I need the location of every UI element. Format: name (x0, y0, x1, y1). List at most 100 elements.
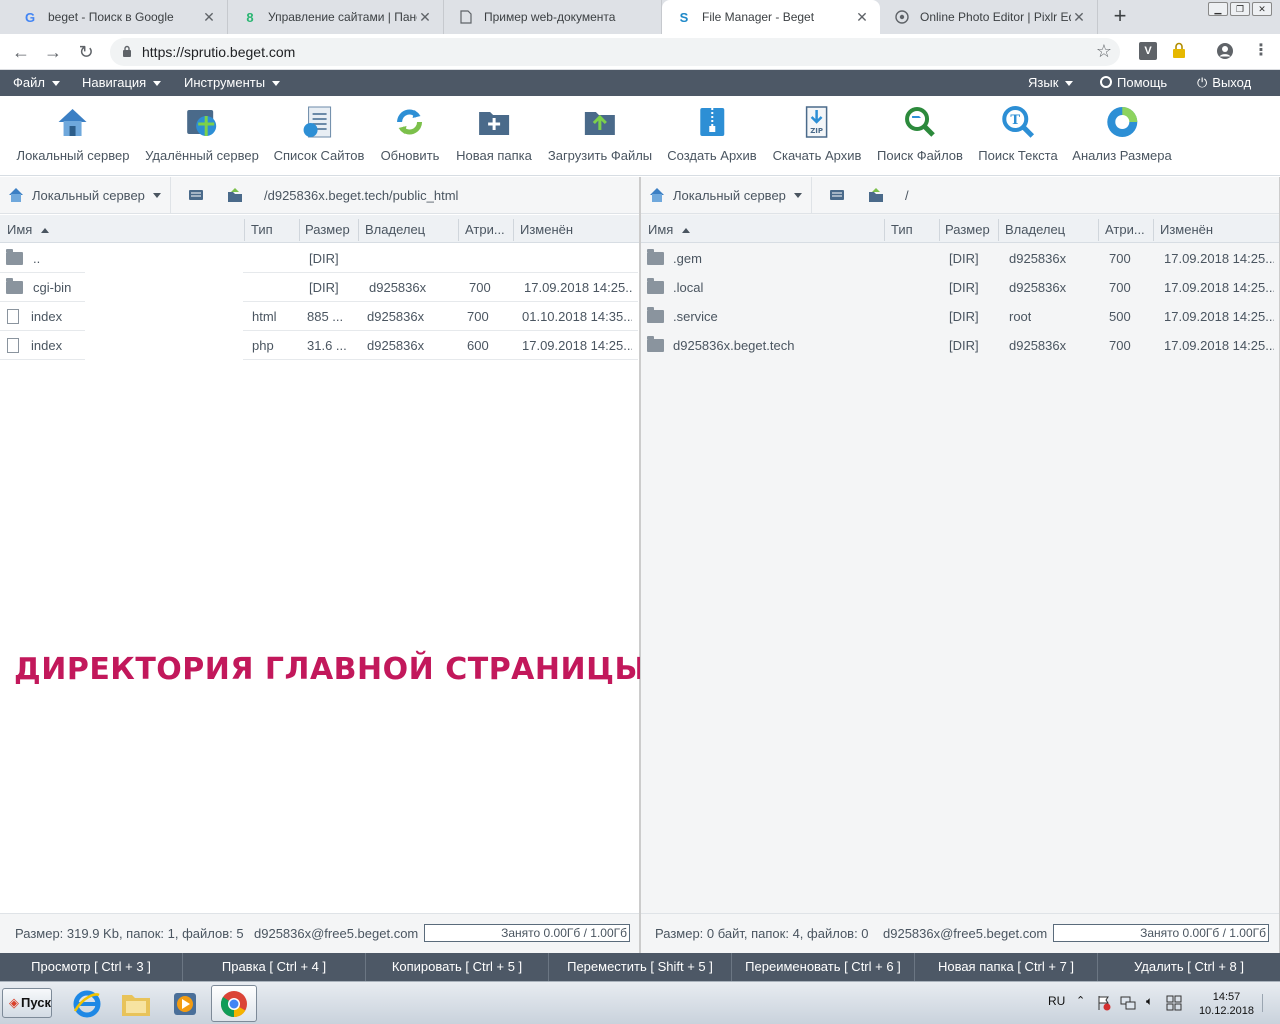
system-clock[interactable]: 14:57 10.12.2018 (1199, 990, 1254, 1018)
file-row-cgi-bin[interactable]: cgi-bin [DIR] d925836x 700 17.09.2018 14… (0, 273, 639, 302)
browser-tab-beget-panel[interactable]: 8 Управление сайтами | Панель ✕ (228, 0, 444, 34)
tray-expand-icon[interactable]: ⌃ (1076, 994, 1085, 1024)
new-folder-action-button[interactable]: Новая папка [ Ctrl + 7 ] (915, 953, 1098, 981)
caret-down-icon (152, 192, 161, 198)
forward-arrow-icon[interactable]: → (42, 41, 64, 63)
folder-up-icon[interactable] (868, 187, 884, 203)
right-server-select[interactable]: Локальный сервер (649, 187, 802, 203)
volume-icon[interactable]: 🔈︎ (1146, 994, 1153, 1024)
column-divider[interactable] (513, 219, 514, 241)
column-name[interactable]: Имя (648, 222, 691, 237)
action-center-flag-icon[interactable] (1096, 995, 1112, 1024)
column-divider[interactable] (998, 219, 999, 241)
language-indicator[interactable]: RU (1048, 994, 1065, 1024)
browser-tab-web-document[interactable]: Пример web-документа (444, 0, 662, 34)
show-desktop-button[interactable] (1262, 994, 1276, 1012)
close-icon[interactable]: ✕ (1071, 9, 1087, 26)
column-owner[interactable]: Владелец (1005, 222, 1065, 237)
file-row-gem[interactable]: .gem [DIR] d925836x 700 17.09.2018 14:25… (641, 244, 1279, 273)
file-name: .local (673, 280, 704, 295)
search-files-button[interactable]: Поиск Файлов (877, 104, 963, 163)
delete-button[interactable]: Удалить [ Ctrl + 8 ] (1098, 953, 1280, 981)
file-row-index-html[interactable]: index html 885 ... d925836x 700 01.10.20… (0, 302, 639, 331)
drive-icon[interactable] (829, 187, 845, 203)
menu-exit[interactable]: ⏻ Выход (1197, 75, 1251, 91)
local-server-button[interactable]: Локальный сервер (17, 104, 129, 163)
column-attrs[interactable]: Атри... (465, 222, 505, 237)
new-tab-button[interactable]: + (1108, 5, 1132, 29)
column-modified[interactable]: Изменён (1160, 222, 1213, 237)
column-divider[interactable] (358, 219, 359, 241)
menu-help[interactable]: Помощь (1100, 75, 1167, 90)
back-arrow-icon[interactable]: ← (10, 41, 32, 63)
search-text-button[interactable]: T Поиск Текста (978, 104, 1058, 163)
reload-icon[interactable]: ↻ (75, 41, 97, 63)
left-server-select[interactable]: Локальный сервер (8, 187, 161, 203)
file-row-local[interactable]: .local [DIR] d925836x 700 17.09.2018 14:… (641, 273, 1279, 302)
column-divider[interactable] (1153, 219, 1154, 241)
copy-button[interactable]: Копировать [ Ctrl + 5 ] (366, 953, 549, 981)
column-divider[interactable] (299, 219, 300, 241)
chrome-menu-icon[interactable]: ⋮ (1252, 42, 1270, 60)
column-divider[interactable] (939, 219, 940, 241)
help-icon (1100, 76, 1112, 88)
menu-language[interactable]: Язык (1028, 75, 1074, 90)
edit-button[interactable]: Правка [ Ctrl + 4 ] (183, 953, 366, 981)
column-divider[interactable] (1098, 219, 1099, 241)
drive-icon[interactable] (188, 187, 204, 203)
column-divider[interactable] (884, 219, 885, 241)
file-attrs: 600 (467, 338, 489, 353)
column-owner[interactable]: Владелец (365, 222, 425, 237)
create-archive-button[interactable]: Создать Архив (667, 104, 757, 163)
refresh-button[interactable]: Обновить (381, 104, 439, 163)
close-icon[interactable]: ✕ (417, 9, 433, 26)
column-size[interactable]: Размер (305, 222, 350, 237)
column-type[interactable]: Тип (251, 222, 273, 237)
column-divider[interactable] (244, 219, 245, 241)
new-folder-button[interactable]: Новая папка (456, 104, 532, 163)
extension-v-icon[interactable]: V (1139, 42, 1157, 60)
menu-tools[interactable]: Инструменты (184, 75, 281, 90)
address-bar[interactable]: https://sprutio.beget.com ☆ (110, 38, 1120, 66)
file-row-parent[interactable]: .. [DIR] (0, 244, 639, 273)
column-modified[interactable]: Изменён (520, 222, 573, 237)
start-button[interactable]: ◈ Пуск (2, 988, 52, 1018)
profile-avatar-icon[interactable] (1216, 42, 1234, 60)
download-archive-button[interactable]: ZIP Скачать Архив (773, 104, 861, 163)
close-icon[interactable]: ✕ (201, 9, 217, 26)
column-attrs[interactable]: Атри... (1105, 222, 1145, 237)
upload-files-button[interactable]: Загрузить Файлы (548, 104, 652, 163)
maximize-button[interactable]: ❐ (1230, 2, 1250, 16)
close-window-button[interactable]: ✕ (1252, 2, 1272, 16)
windows-grid-icon[interactable] (1166, 995, 1182, 1024)
rename-button[interactable]: Переименовать [ Ctrl + 6 ] (732, 953, 915, 981)
column-type[interactable]: Тип (891, 222, 913, 237)
media-player-icon[interactable] (162, 985, 208, 1022)
minimize-button[interactable]: ▁ (1208, 2, 1228, 16)
network-icon[interactable] (1120, 995, 1136, 1024)
right-status-user: d925836x@free5.beget.com (883, 926, 1048, 941)
file-row-site-dir[interactable]: d925836x.beget.tech [DIR] d925836x 700 1… (641, 331, 1279, 360)
menu-file[interactable]: Файл (13, 75, 60, 90)
sites-list-button[interactable]: Список Сайтов (274, 104, 364, 163)
browser-tab-pixlr[interactable]: Online Photo Editor | Pixlr Editor ✕ (880, 0, 1098, 34)
file-row-service[interactable]: .service [DIR] root 500 17.09.2018 14:25… (641, 302, 1279, 331)
menu-navigation[interactable]: Навигация (82, 75, 162, 90)
close-icon[interactable]: ✕ (854, 9, 870, 26)
file-row-index-php[interactable]: index php 31.6 ... d925836x 600 17.09.20… (0, 331, 639, 360)
folder-up-icon[interactable] (227, 187, 243, 203)
column-size[interactable]: Размер (945, 222, 990, 237)
extension-lock-icon[interactable] (1170, 42, 1188, 60)
size-analysis-button[interactable]: Анализ Размера (1072, 104, 1172, 163)
column-name[interactable]: Имя (7, 222, 50, 237)
column-divider[interactable] (458, 219, 459, 241)
internet-explorer-icon[interactable] (64, 985, 110, 1022)
file-explorer-icon[interactable] (113, 985, 159, 1022)
chrome-icon[interactable] (211, 985, 257, 1022)
bookmark-star-icon[interactable]: ☆ (1096, 41, 1112, 62)
move-button[interactable]: Переместить [ Shift + 5 ] (549, 953, 732, 981)
view-button[interactable]: Просмотр [ Ctrl + 3 ] (0, 953, 183, 981)
remote-server-button[interactable]: Удалённый сервер (145, 104, 259, 163)
browser-tab-google[interactable]: G beget - Поиск в Google ✕ (8, 0, 228, 34)
browser-tab-file-manager[interactable]: S File Manager - Beget ✕ (662, 0, 880, 34)
